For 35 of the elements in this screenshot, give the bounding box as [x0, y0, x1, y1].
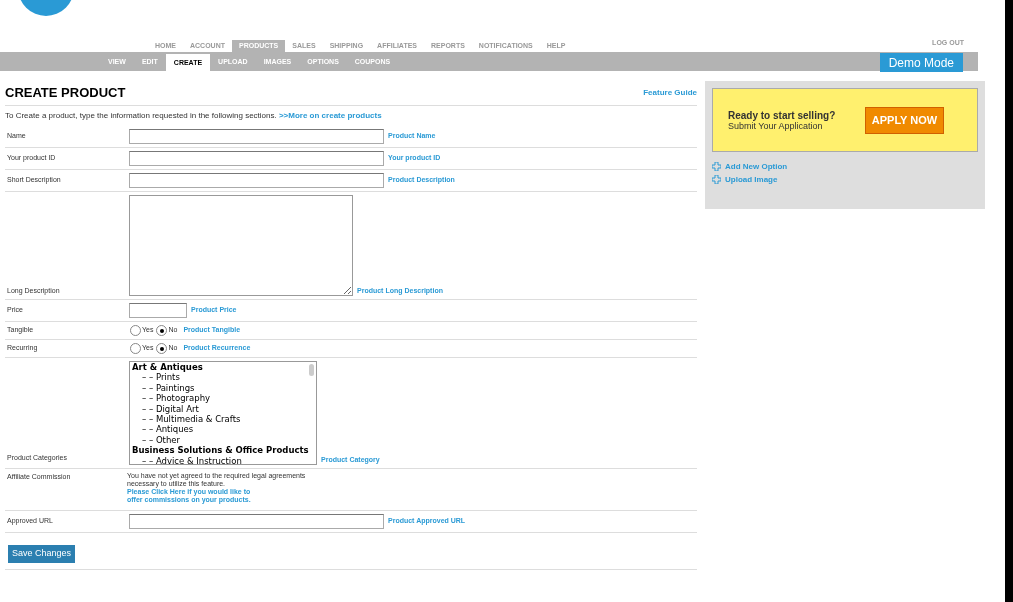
- text-field[interactable]: [129, 151, 384, 166]
- save-button[interactable]: Save Changes: [8, 545, 76, 563]
- apply-now-button[interactable]: APPLY NOW: [865, 106, 944, 134]
- promo-heading: Ready to start selling?: [728, 109, 837, 121]
- demo-mode-button[interactable]: Demo Mode: [879, 53, 963, 72]
- category-option[interactable]: Art & Antiques: [132, 362, 316, 373]
- category-option[interactable]: – – Paintings: [132, 382, 316, 394]
- category-option[interactable]: – – Advice & Instruction: [132, 455, 316, 464]
- promo-subheading: Submit Your Application: [728, 120, 823, 131]
- scrollbar-thumb[interactable]: [309, 364, 314, 376]
- text-field[interactable]: [129, 173, 384, 188]
- radio-button[interactable]: [130, 343, 141, 354]
- category-option[interactable]: – – Photography: [132, 393, 316, 404]
- radio-button[interactable]: [156, 343, 168, 354]
- text-field[interactable]: [129, 129, 384, 144]
- plus-icon: [712, 162, 721, 171]
- category-list[interactable]: Art & Antiques – – Prints – – Paintings – – Photography – – Digital Art – – Multimedia & Crafts – – Antiques – – Other Business Solutions & Office Products – – Advice & Instruction: [129, 361, 317, 465]
- sidebar-link[interactable]: Upload Image: [725, 173, 778, 186]
- feature-guide-link[interactable]: Feature Guide: [643, 86, 697, 99]
- category-option[interactable]: – – Digital Art: [132, 403, 316, 415]
- text-area[interactable]: [129, 195, 353, 296]
- category-option[interactable]: – – Other: [132, 434, 316, 446]
- radio-button[interactable]: [156, 325, 168, 336]
- plus-icon: [712, 175, 721, 184]
- category-option[interactable]: – – Prints: [132, 372, 316, 383]
- text-field[interactable]: [129, 514, 384, 529]
- category-option[interactable]: – – Multimedia & Crafts: [132, 414, 316, 425]
- category-option[interactable]: Business Solutions & Office Products: [132, 445, 316, 456]
- text-field[interactable]: [129, 303, 187, 318]
- more-link[interactable]: >>More on create products: [278, 111, 382, 120]
- intro-text: To Create a product, type the information requested in the following sections. >>More on create products: [5, 110, 383, 122]
- sidebar-link[interactable]: Add New Option: [725, 160, 788, 173]
- radio-button[interactable]: [130, 325, 141, 336]
- page-title: CREATE PRODUCT: [5, 83, 126, 102]
- category-option[interactable]: – – Antiques: [132, 424, 316, 435]
